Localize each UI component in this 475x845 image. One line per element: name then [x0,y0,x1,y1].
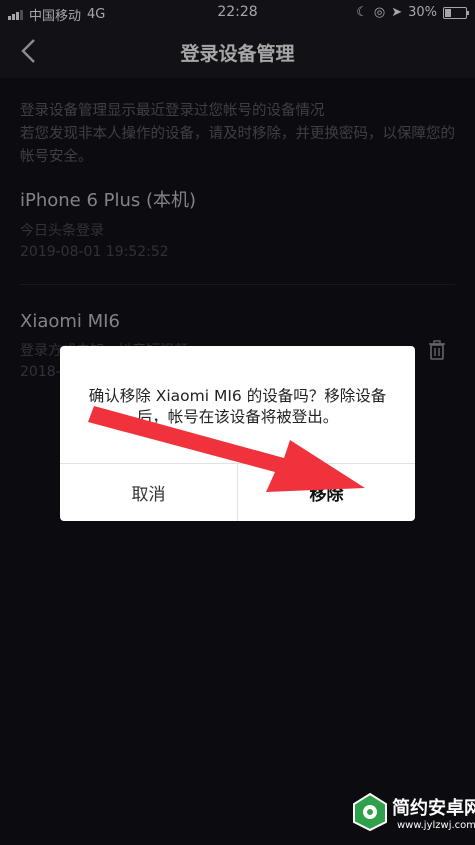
annotation-arrow [88,406,365,492]
watermark-logo [353,792,387,832]
watermark-brand: 简约安卓网 [392,798,475,819]
watermark: 简约安卓网 www.jylzwj.com [352,788,475,842]
watermark-url: www.jylzwj.com [397,820,475,831]
